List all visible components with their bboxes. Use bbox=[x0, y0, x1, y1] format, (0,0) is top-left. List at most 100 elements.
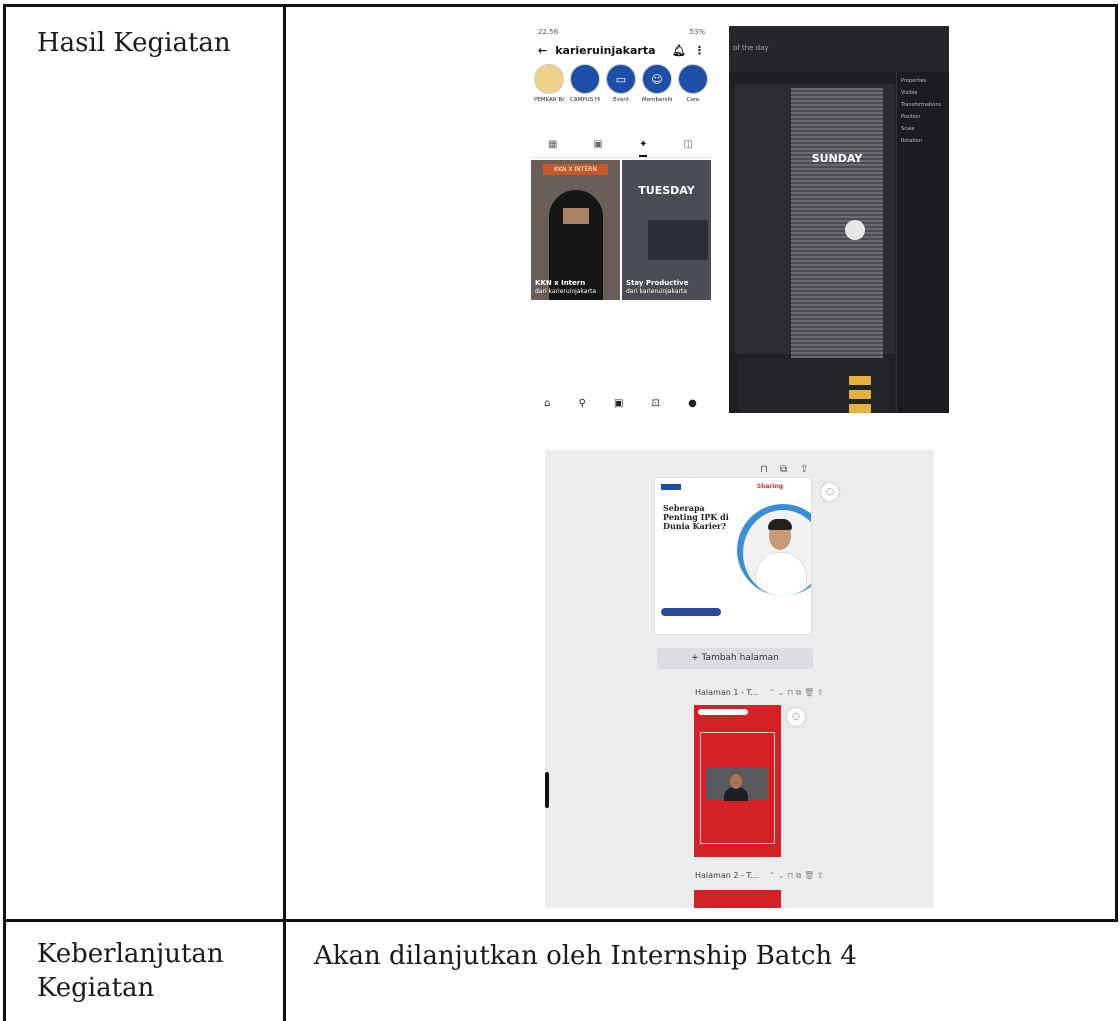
poster-logo bbox=[661, 484, 681, 490]
page-2-actions[interactable]: ⌃ ⌄ ⊓ ⧉ 🗑︎ ⇪ bbox=[769, 871, 824, 880]
highlight-cover bbox=[570, 64, 600, 94]
reel-title: KKN x Intern bbox=[535, 279, 586, 287]
highlight-item[interactable]: Care bbox=[678, 64, 708, 103]
grid-icon[interactable]: ▦ bbox=[548, 139, 557, 157]
slider-knob bbox=[845, 220, 865, 240]
back-arrow-icon[interactable]: ← bbox=[538, 44, 547, 57]
table-row-divider bbox=[3, 919, 1118, 922]
status-battery: 53% bbox=[689, 28, 705, 36]
reel-subtitle: dari karieruinjakarta bbox=[535, 288, 597, 295]
reels-nav-icon[interactable]: ▣ bbox=[614, 398, 623, 409]
people-icon: ☺ bbox=[642, 64, 672, 94]
poster-title: Seberapa Penting IPK di Dunia Karier? bbox=[663, 503, 729, 531]
node bbox=[849, 390, 871, 399]
highlight-cover bbox=[534, 64, 564, 94]
speaker-body bbox=[755, 552, 807, 596]
comment-icon[interactable]: ◌ bbox=[821, 483, 839, 501]
highlight-cover bbox=[678, 64, 708, 94]
reel-subtitle: dari karieruinjakarta bbox=[626, 288, 688, 295]
reel-title: Stay Productive bbox=[626, 279, 689, 287]
speaker-hair bbox=[768, 519, 792, 530]
bell-icon[interactable]: 🔔︎ bbox=[672, 44, 686, 57]
sparkle-icon[interactable]: ✦ bbox=[639, 139, 648, 157]
face bbox=[563, 208, 589, 224]
page-1-header bbox=[698, 709, 748, 715]
highlight-item[interactable]: PEMKAR BA... bbox=[534, 64, 564, 103]
panel-item: Position bbox=[901, 114, 921, 120]
poster-brand: Sharing bbox=[756, 483, 783, 490]
node bbox=[849, 404, 871, 413]
page-2-label: Halaman 2 - T... bbox=[695, 871, 758, 880]
panel-item: Rotation bbox=[901, 138, 922, 144]
highlight-label: Membership bbox=[642, 97, 672, 103]
story-text: SUNDAY bbox=[811, 152, 863, 165]
profile-header: ← karieruinjakarta 🔔︎ ⋮ bbox=[538, 42, 705, 58]
presenter-face bbox=[730, 774, 742, 789]
properties-panel: Properties Visible Transformations Posit… bbox=[896, 72, 949, 413]
profile-name: karieruinjakarta bbox=[555, 43, 656, 57]
page-1-thumbnail[interactable] bbox=[694, 705, 781, 857]
row-label-hasil-kegiatan: Hasil Kegiatan bbox=[37, 28, 231, 58]
row-label-line-1: Keberlanjutan bbox=[37, 939, 224, 969]
highlight-item[interactable]: CAMPUS HI... bbox=[570, 64, 600, 103]
page-2-thumbnail[interactable] bbox=[694, 890, 781, 908]
reel-banner: TUESDAY bbox=[638, 184, 695, 197]
profile-tabs: ▦ ▣ ✦ ◫ bbox=[530, 139, 711, 158]
reel-caption: Stay Productive dari karieruinjakarta bbox=[626, 279, 689, 296]
panel-item: Properties bbox=[901, 78, 927, 84]
highlight-item[interactable]: ☺ Membership bbox=[642, 64, 672, 103]
table-column-divider bbox=[283, 4, 286, 1021]
highlight-label: Event bbox=[613, 97, 629, 103]
table-border-left bbox=[3, 4, 6, 1021]
poster-footer bbox=[661, 608, 721, 616]
comment-icon[interactable]: ◌ bbox=[787, 708, 805, 726]
more-icon[interactable]: ⋮ bbox=[694, 44, 705, 57]
row-label-keberlanjutan: Keberlanjutan Kegiatan bbox=[37, 937, 224, 1005]
table-border-top bbox=[3, 4, 1118, 7]
row-label-line-2: Kegiatan bbox=[37, 973, 155, 1003]
node bbox=[849, 376, 871, 385]
tagged-icon[interactable]: ◫ bbox=[684, 139, 693, 157]
panel-item: Scale bbox=[901, 126, 915, 132]
lock-icon[interactable]: ⊓ bbox=[760, 464, 768, 475]
node-graph bbox=[739, 358, 889, 413]
duplicate-icon[interactable]: ⧉ bbox=[780, 464, 787, 475]
poster-page[interactable]: Sharing Seberapa Penting IPK di Dunia Ka… bbox=[655, 478, 811, 634]
avatar[interactable]: ● bbox=[688, 398, 697, 409]
instagram-screenshot: 22.56 53% ← karieruinjakarta 🔔︎ ⋮ PEMKAR… bbox=[530, 26, 711, 413]
editor-tab: of the day bbox=[733, 44, 769, 52]
reels-icon[interactable]: ▣ bbox=[594, 139, 603, 157]
reel-caption: KKN x Intern dari karieruinjakarta bbox=[535, 279, 596, 296]
bottom-nav: ⌂ ⚲ ▣ ⊡ ● bbox=[530, 398, 711, 409]
presenter-shirt bbox=[724, 787, 748, 801]
reel-banner: KKN X INTERN bbox=[543, 164, 608, 175]
highlight-label: CAMPUS HI... bbox=[570, 97, 600, 103]
search-icon[interactable]: ⚲ bbox=[579, 398, 586, 409]
page-1-label: Halaman 1 - T... bbox=[695, 688, 758, 697]
panel-item: Transformations bbox=[901, 102, 942, 108]
highlight-item[interactable]: ▭ Event bbox=[606, 64, 636, 103]
shop-icon[interactable]: ⊡ bbox=[652, 398, 660, 409]
add-page-button[interactable]: + Tambah halaman bbox=[657, 648, 813, 669]
video-frame bbox=[706, 768, 768, 801]
highlights-row: PEMKAR BA... CAMPUS HI... ▭ Event ☺ Memb… bbox=[534, 64, 708, 103]
reel-thumbnail[interactable]: TUESDAY Stay Productive dari karieruinja… bbox=[622, 160, 711, 300]
reel-thumbnail[interactable]: KKN X INTERN KKN x Intern dari karieruin… bbox=[531, 160, 620, 300]
highlight-label: PEMKAR BA... bbox=[534, 97, 564, 103]
page-1-actions[interactable]: ⌃ ⌄ ⊓ ⧉ 🗑︎ ⇪ bbox=[769, 688, 824, 697]
page-2-bar: Halaman 2 - T... ⌃ ⌄ ⊓ ⧉ 🗑︎ ⇪ bbox=[695, 871, 823, 881]
page-1-bar: Halaman 1 - T... ⌃ ⌄ ⊓ ⧉ 🗑︎ ⇪ bbox=[695, 688, 823, 698]
scroll-handle[interactable] bbox=[545, 772, 549, 808]
editor-photo: of the day SUNDAY Properties Visible Tra… bbox=[729, 26, 949, 413]
editor-top-strip: of the day bbox=[729, 26, 949, 72]
highlight-label: Care bbox=[686, 97, 700, 103]
table-border-right bbox=[1115, 4, 1118, 919]
status-bar: 22.56 53% bbox=[538, 28, 705, 36]
status-time: 22.56 bbox=[538, 28, 559, 36]
story-preview: SUNDAY bbox=[791, 88, 883, 358]
calendar-icon: ▭ bbox=[606, 64, 636, 94]
panel-item: Visible bbox=[901, 90, 918, 96]
canva-screenshot: ⊓ ⧉ ⇪ Sharing Seberapa Penting IPK di Du… bbox=[545, 450, 934, 908]
share-icon[interactable]: ⇪ bbox=[800, 464, 808, 475]
home-icon[interactable]: ⌂ bbox=[544, 398, 550, 409]
